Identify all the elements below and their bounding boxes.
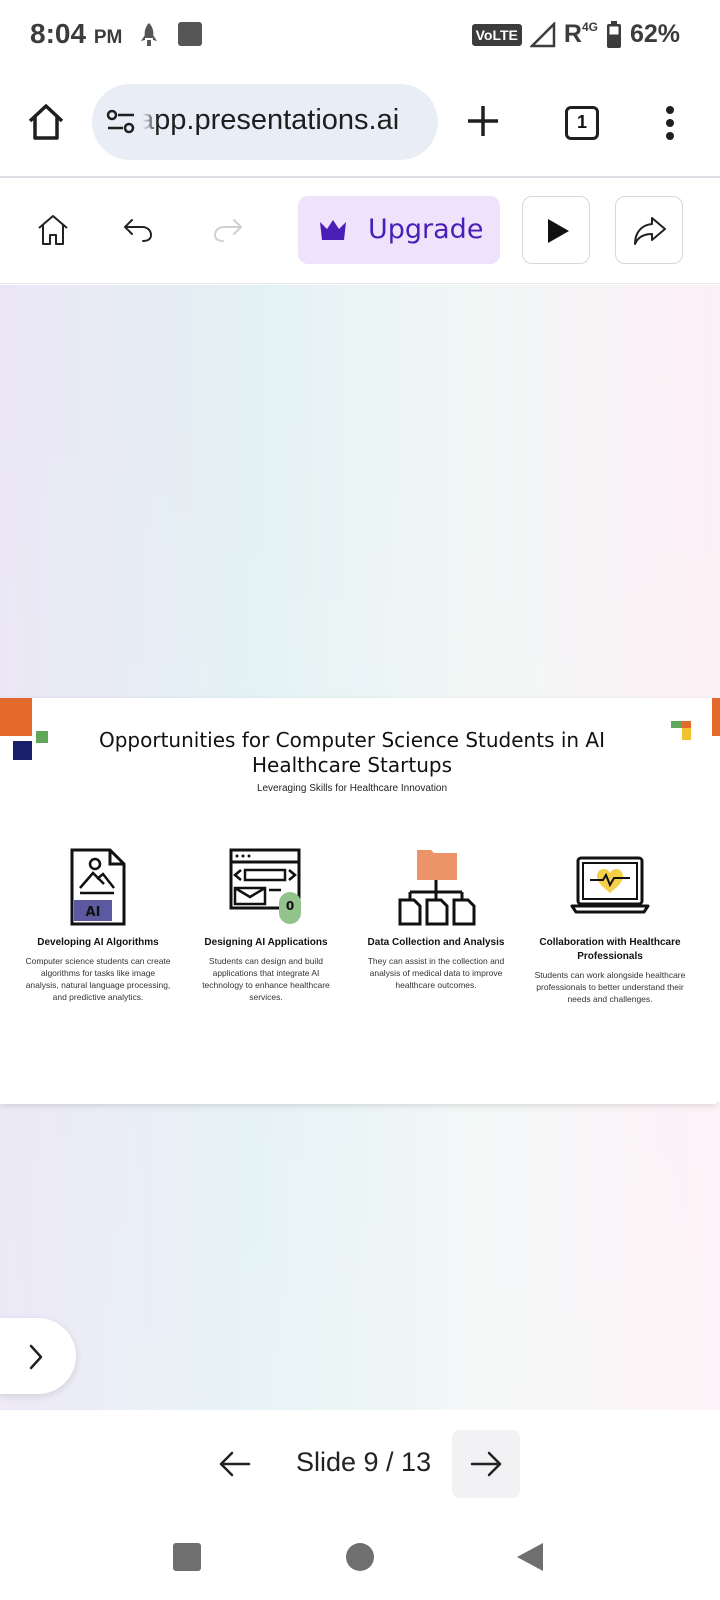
next-slide-peek-card[interactable] bbox=[712, 736, 720, 1102]
upgrade-button[interactable]: Upgrade bbox=[298, 196, 500, 264]
corner-mini-yellow bbox=[682, 728, 691, 740]
status-time: 8:04 PM bbox=[30, 18, 122, 50]
tab-switcher-button[interactable]: 1 bbox=[565, 106, 599, 140]
feature-title: Collaboration with Healthcare Profession… bbox=[539, 937, 681, 962]
battery-percent: 62% bbox=[629, 20, 680, 48]
next-slide-arrow-icon bbox=[470, 1451, 502, 1477]
feature-description: Students can design and build applicatio… bbox=[202, 956, 330, 1002]
play-icon bbox=[548, 219, 569, 243]
slide-title[interactable]: Opportunities for Computer Science Stude… bbox=[60, 728, 644, 778]
data-folder-tree-icon bbox=[398, 850, 476, 926]
network-type: 4G bbox=[581, 20, 598, 34]
redo-icon[interactable] bbox=[212, 216, 244, 244]
corner-mini-orange bbox=[682, 721, 691, 728]
browser-bar: app.presentations.ai 1 bbox=[0, 72, 720, 178]
feature-description: They can assist in the collection and an… bbox=[367, 956, 505, 990]
present-button[interactable] bbox=[522, 196, 590, 264]
corner-navy-block bbox=[13, 741, 32, 760]
signal-icon bbox=[529, 21, 556, 47]
feature-title: Designing AI Applications bbox=[204, 937, 328, 948]
corner-mini-green bbox=[671, 721, 682, 728]
slide-counter: Slide 9 / 13 bbox=[296, 1447, 432, 1477]
url-text: app.presentations.ai bbox=[138, 104, 400, 136]
url-bar[interactable]: app.presentations.ai bbox=[92, 84, 438, 160]
feature-description: Computer science students can create alg… bbox=[25, 956, 171, 1002]
status-time-value: 8:04 bbox=[30, 18, 87, 49]
feature-card[interactable]: 0 Designing AI Applications Students can… bbox=[186, 848, 346, 1003]
status-time-ampm: PM bbox=[93, 27, 123, 48]
laptop-heart-icon bbox=[570, 856, 650, 914]
home-circle-icon[interactable] bbox=[346, 1543, 374, 1571]
editor-toolbar: Upgrade bbox=[0, 180, 720, 284]
volte-badge: VoLTE bbox=[471, 23, 522, 46]
menu-kebab-icon[interactable] bbox=[664, 105, 676, 141]
roaming-label: R bbox=[563, 20, 582, 48]
notification-square-icon bbox=[178, 22, 202, 46]
slide-card[interactable]: Opportunities for Computer Science Stude… bbox=[0, 698, 716, 1104]
slide-navigation: Slide 9 / 13 bbox=[0, 1410, 720, 1520]
battery-icon bbox=[606, 20, 621, 48]
feature-card[interactable]: AI Developing AI Algorithms Computer sci… bbox=[18, 848, 178, 1003]
app-design-icon: 0 bbox=[229, 848, 301, 924]
home-icon[interactable] bbox=[26, 102, 66, 142]
site-settings-icon[interactable] bbox=[106, 108, 136, 136]
new-tab-icon[interactable] bbox=[466, 104, 500, 138]
roaming-indicator: R4G bbox=[564, 20, 598, 49]
ai-badge: AI bbox=[86, 905, 101, 920]
feature-title: Developing AI Algorithms bbox=[37, 937, 159, 948]
corner-orange-block bbox=[0, 698, 32, 736]
slide-subtitle[interactable]: Leveraging Skills for Healthcare Innovat… bbox=[60, 783, 644, 794]
share-button[interactable] bbox=[615, 196, 683, 264]
feature-card[interactable]: Data Collection and Analysis They can as… bbox=[356, 848, 516, 991]
ai-document-icon: AI bbox=[70, 848, 126, 926]
upgrade-label: Upgrade bbox=[368, 214, 484, 245]
crown-icon bbox=[320, 220, 346, 240]
feature-title: Data Collection and Analysis bbox=[367, 937, 505, 948]
status-bar: 8:04 PM VoLTE R4G 62% bbox=[0, 0, 720, 72]
mouse-badge: 0 bbox=[286, 899, 294, 913]
back-triangle-icon[interactable] bbox=[515, 1541, 545, 1573]
app-home-icon[interactable] bbox=[36, 213, 70, 247]
recents-icon[interactable] bbox=[173, 1543, 201, 1571]
corner-green-block bbox=[36, 731, 48, 743]
undo-icon[interactable] bbox=[122, 216, 154, 244]
next-slide-peek[interactable] bbox=[712, 698, 720, 736]
feature-description: Students can work alongside healthcare p… bbox=[534, 970, 686, 1004]
share-icon bbox=[634, 217, 666, 245]
android-navigation-bar bbox=[0, 1520, 720, 1600]
url-fade bbox=[136, 84, 158, 160]
next-slide-button[interactable] bbox=[452, 1430, 520, 1498]
status-right: VoLTE R4G 62% bbox=[471, 20, 680, 49]
previous-slide-arrow-icon[interactable] bbox=[218, 1450, 252, 1478]
notification-rocket-icon bbox=[141, 23, 157, 46]
side-panel-toggle[interactable] bbox=[0, 1318, 76, 1394]
feature-card[interactable]: Collaboration with Healthcare Profession… bbox=[526, 848, 694, 1005]
chevron-right-icon bbox=[29, 1344, 43, 1370]
